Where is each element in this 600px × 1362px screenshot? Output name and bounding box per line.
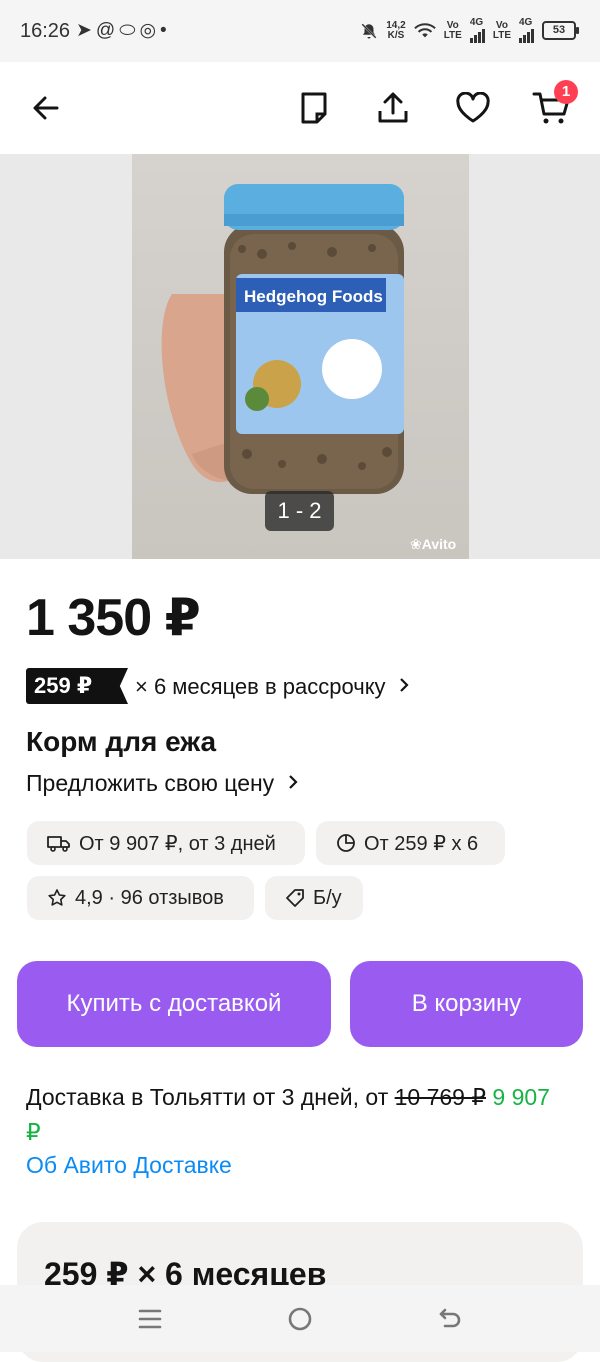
- installment-badge[interactable]: 259 ₽: [26, 668, 128, 704]
- link-icon: ⬭: [119, 20, 140, 41]
- signal-bars-icon: [519, 27, 534, 43]
- add-to-cart-button[interactable]: В корзину: [350, 961, 583, 1047]
- telegram-icon: ➤: [76, 20, 96, 41]
- pie-chart-icon: [337, 834, 355, 852]
- recent-apps-button[interactable]: [136, 1305, 164, 1333]
- at-icon: @: [95, 20, 120, 41]
- volte-1: Vo LTE: [443, 19, 462, 41]
- circle-home-icon: [288, 1307, 312, 1331]
- note-icon: [301, 92, 327, 124]
- star-icon: [48, 889, 66, 906]
- tag-icon: [286, 889, 304, 907]
- heart-icon: [456, 92, 490, 123]
- truck-icon: [47, 836, 70, 852]
- installment-chip[interactable]: От 259 ₽ x 6: [316, 821, 505, 865]
- chevron-right-icon: [399, 678, 409, 692]
- system-back-button[interactable]: [436, 1305, 464, 1333]
- dot-icon: •: [160, 20, 171, 41]
- installment-link[interactable]: × 6 месяцев в рассрочку: [135, 674, 410, 700]
- signal-1: 4G: [469, 18, 485, 43]
- watermark: ❀Avito: [410, 536, 457, 552]
- buy-with-delivery-button[interactable]: Купить с доставкой: [17, 961, 331, 1047]
- top-navigation: [0, 62, 600, 154]
- product-label: Hedgehog Foods: [244, 287, 383, 306]
- signal-2: 4G: [519, 18, 534, 43]
- volte-2: Vo LTE: [492, 19, 511, 41]
- network-speed: 14,2 K/S: [386, 19, 406, 41]
- delivery-chip[interactable]: От 9 907 ₽, от 3 дней: [27, 821, 305, 865]
- system-navigation-bar: [0, 1285, 600, 1352]
- image-counter: 1 - 2: [265, 491, 334, 531]
- signal-bars-icon: [469, 27, 485, 43]
- back-button[interactable]: [22, 84, 70, 132]
- menu-icon: [138, 1309, 162, 1329]
- mute-icon: [361, 22, 377, 39]
- cart-count-badge: 1: [554, 80, 578, 104]
- chevron-right-icon: [288, 775, 298, 789]
- battery-icon: 53: [542, 21, 579, 40]
- share-button[interactable]: [369, 84, 417, 132]
- arrow-left-icon: [33, 96, 59, 120]
- instagram-icon: ◎: [139, 20, 161, 41]
- listing-title: Корм для ежа: [26, 726, 217, 757]
- note-button[interactable]: [290, 84, 338, 132]
- offer-price-link[interactable]: Предложить свою цену: [26, 770, 299, 797]
- status-indicators: 14,2 K/S Vo LTE 4G Vo LTE 4G 53: [360, 18, 579, 43]
- avito-logo-icon: ❀: [410, 536, 422, 552]
- condition-chip[interactable]: Б/у: [265, 876, 363, 920]
- avito-delivery-link[interactable]: Об Авито Доставке: [26, 1152, 232, 1179]
- home-button[interactable]: [286, 1305, 314, 1333]
- rating-chip[interactable]: 4,9 · 96 отзывов: [27, 876, 254, 920]
- old-price: 10 769 ₽: [394, 1084, 486, 1110]
- notification-icons: ➤@⬭◎•: [76, 19, 171, 42]
- favorite-button[interactable]: [449, 84, 497, 132]
- share-icon: [378, 92, 408, 123]
- status-bar: 16:26 ➤@⬭◎• 14,2 K/S Vo LTE 4G Vo LTE 4G 53: [0, 0, 600, 62]
- price: 1 350 ₽: [26, 589, 201, 647]
- back-arrow-icon: [439, 1308, 461, 1328]
- wifi-icon: [413, 22, 436, 37]
- delivery-info: Доставка в Тольятти от 3 дней, от 10 769…: [26, 1084, 550, 1145]
- clock: 16:26: [20, 20, 71, 42]
